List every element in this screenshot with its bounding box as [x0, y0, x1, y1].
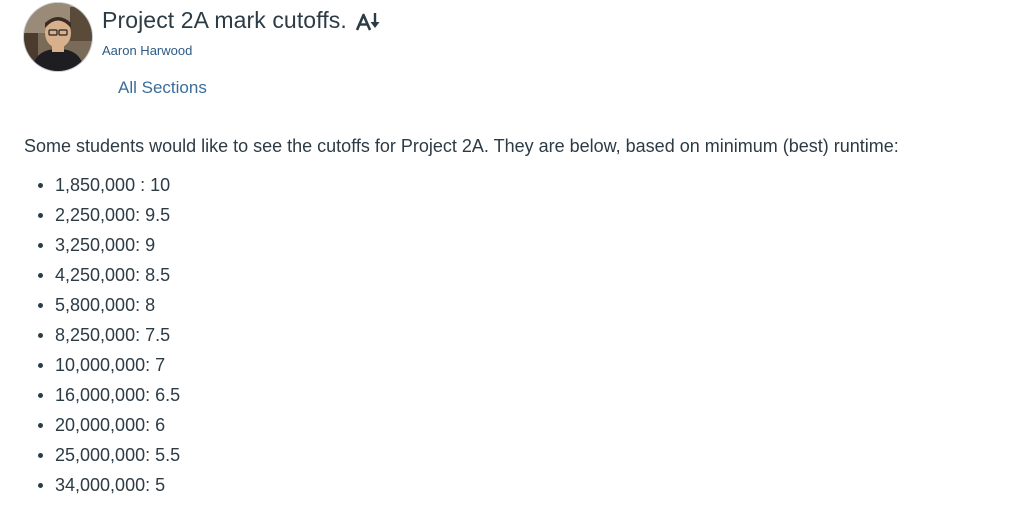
author-avatar[interactable]: [24, 3, 92, 71]
cutoff-item: 3,250,000: 9: [24, 230, 999, 260]
cutoff-item: 16,000,000: 6.5: [24, 380, 999, 410]
title-row: Project 2A mark cutoffs.: [102, 7, 381, 34]
author-name-link[interactable]: Aaron Harwood: [102, 43, 192, 58]
text-translate-icon[interactable]: [355, 11, 381, 33]
cutoff-list: 1,850,000 : 10 2,250,000: 9.5 3,250,000:…: [24, 170, 999, 500]
cutoff-item: 25,000,000: 5.5: [24, 440, 999, 470]
message-intro: Some students would like to see the cuto…: [24, 136, 899, 156]
cutoff-item: 10,000,000: 7: [24, 350, 999, 380]
discussion-topic: Project 2A mark cutoffs. Aaron Harwood A…: [0, 0, 1012, 521]
cutoff-item: 34,000,000: 5: [24, 470, 999, 500]
cutoff-item: 4,250,000: 8.5: [24, 260, 999, 290]
cutoff-item: 20,000,000: 6: [24, 410, 999, 440]
sections-link[interactable]: All Sections: [118, 78, 207, 98]
message-body: Some students would like to see the cuto…: [24, 135, 999, 500]
cutoff-item: 1,850,000 : 10: [24, 170, 999, 200]
topic-title: Project 2A mark cutoffs.: [102, 7, 347, 33]
cutoff-item: 5,800,000: 8: [24, 290, 999, 320]
cutoff-item: 8,250,000: 7.5: [24, 320, 999, 350]
avatar-photo: [24, 3, 92, 71]
cutoff-item: 2,250,000: 9.5: [24, 200, 999, 230]
